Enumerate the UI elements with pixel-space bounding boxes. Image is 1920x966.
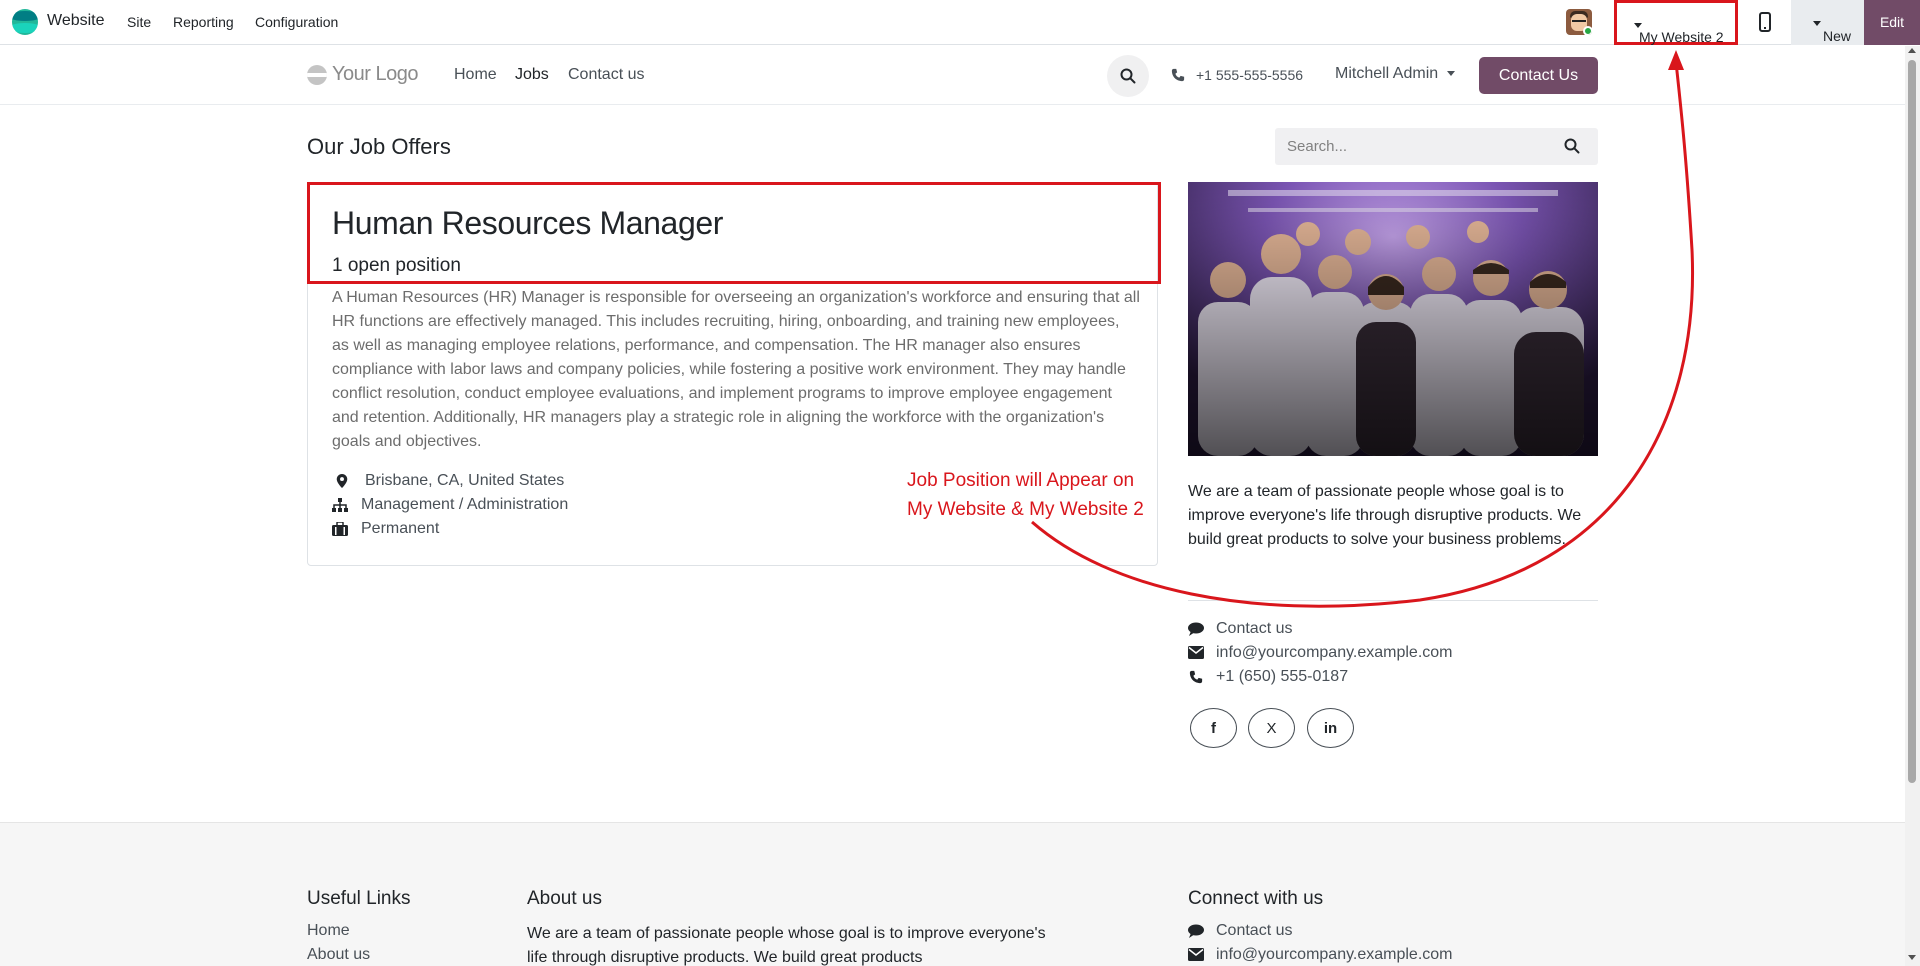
comment-icon xyxy=(1188,924,1204,938)
website-header: Your Logo Home Jobs Contact us +1 555-55… xyxy=(0,46,1905,105)
new-button-label: New xyxy=(1823,28,1852,44)
logo-text: Your Logo xyxy=(332,63,418,85)
open-positions: 1 open position xyxy=(332,255,461,276)
phone-icon xyxy=(1189,670,1203,684)
new-button[interactable]: New xyxy=(1791,0,1864,45)
job-location-text: Brisbane, CA, United States xyxy=(365,472,565,489)
nav-contact-us[interactable]: Contact us xyxy=(568,66,644,84)
phone-icon xyxy=(1171,68,1185,82)
job-description: A Human Resources (HR) Manager is respon… xyxy=(332,289,1140,450)
sidebar-email-text: info@yourcompany.example.com xyxy=(1216,644,1453,661)
odoo-navbar: Website Site Reporting Configuration My … xyxy=(0,0,1920,45)
menu-site[interactable]: Site xyxy=(127,14,151,30)
footer-about-title: About us xyxy=(527,888,602,909)
website-selector[interactable]: My Website 2 xyxy=(1614,0,1738,45)
user-name: Mitchell Admin xyxy=(1335,65,1439,82)
contact-us-button[interactable]: Contact Us xyxy=(1479,57,1598,94)
mobile-preview-icon[interactable] xyxy=(1759,12,1771,32)
comment-icon xyxy=(1188,622,1204,636)
team-photo-image xyxy=(1188,182,1598,456)
contact-us-button-label: Contact Us xyxy=(1498,67,1579,84)
annotation-line-2: My Website & My Website 2 xyxy=(907,499,1144,520)
footer-about-text: We are a team of passionate people whose… xyxy=(527,925,1046,966)
header-phone[interactable]: +1 555-555-5556 xyxy=(1196,67,1303,83)
odoo-app-icon[interactable] xyxy=(12,9,38,35)
menu-configuration[interactable]: Configuration xyxy=(255,14,338,30)
nav-home[interactable]: Home xyxy=(454,66,497,84)
x-twitter-button[interactable]: X xyxy=(1248,708,1295,748)
user-avatar[interactable] xyxy=(1566,9,1592,35)
envelope-icon xyxy=(1188,948,1204,961)
job-title[interactable]: Human Resources Manager xyxy=(332,205,723,242)
envelope-icon xyxy=(1188,646,1204,659)
user-dropdown[interactable]: Mitchell Admin xyxy=(1335,65,1456,83)
footer-contact-label: Contact us xyxy=(1216,922,1293,939)
team-photo xyxy=(1188,182,1598,456)
scroll-up-arrow-icon[interactable] xyxy=(1908,48,1916,53)
divider xyxy=(1188,600,1598,601)
company-about: We are a team of passionate people whose… xyxy=(1188,483,1582,548)
sidebar-contact-label: Contact us xyxy=(1216,620,1293,637)
annotation-text: Job Position will Appear on My Website &… xyxy=(907,466,1144,524)
chevron-down-icon xyxy=(1447,71,1456,77)
scroll-down-arrow-icon[interactable] xyxy=(1908,955,1916,960)
x-icon: X xyxy=(1266,720,1277,737)
linkedin-icon: in xyxy=(1323,720,1338,737)
map-marker-icon xyxy=(336,474,348,488)
footer-link-about-us[interactable]: About us xyxy=(307,946,370,964)
app-name[interactable]: Website xyxy=(47,12,105,30)
header-search-button[interactable] xyxy=(1107,55,1149,97)
footer-email-text: info@yourcompany.example.com xyxy=(1216,946,1453,963)
briefcase-icon xyxy=(332,522,348,536)
job-department-text: Management / Administration xyxy=(361,496,569,513)
menu-reporting[interactable]: Reporting xyxy=(173,14,234,30)
job-type-text: Permanent xyxy=(361,520,440,537)
job-search-input[interactable] xyxy=(1275,128,1555,165)
job-search xyxy=(1275,128,1598,165)
footer-link-home[interactable]: Home xyxy=(307,922,350,940)
edit-button[interactable]: Edit xyxy=(1864,0,1920,45)
facebook-icon: f xyxy=(1211,720,1216,737)
page-title: Our Job Offers xyxy=(307,134,451,159)
sidebar-phone-text: +1 (650) 555-0187 xyxy=(1216,668,1349,685)
search-icon[interactable] xyxy=(1564,138,1580,154)
nav-jobs[interactable]: Jobs xyxy=(515,66,549,84)
logo-mark-icon xyxy=(307,65,327,85)
footer-connect-title: Connect with us xyxy=(1188,888,1324,909)
edit-button-label: Edit xyxy=(1879,14,1905,30)
search-icon xyxy=(1120,68,1136,84)
website-selector-label: My Website 2 xyxy=(1639,29,1724,45)
linkedin-button[interactable]: in xyxy=(1307,708,1354,748)
sitemap-icon xyxy=(332,498,348,512)
footer-useful-links-title: Useful Links xyxy=(307,888,411,909)
chevron-down-icon xyxy=(1634,22,1642,28)
scrollbar-thumb[interactable] xyxy=(1908,60,1916,783)
facebook-button[interactable]: f xyxy=(1190,708,1237,748)
chevron-down-icon xyxy=(1813,20,1821,26)
annotation-line-1: Job Position will Appear on xyxy=(907,470,1135,491)
